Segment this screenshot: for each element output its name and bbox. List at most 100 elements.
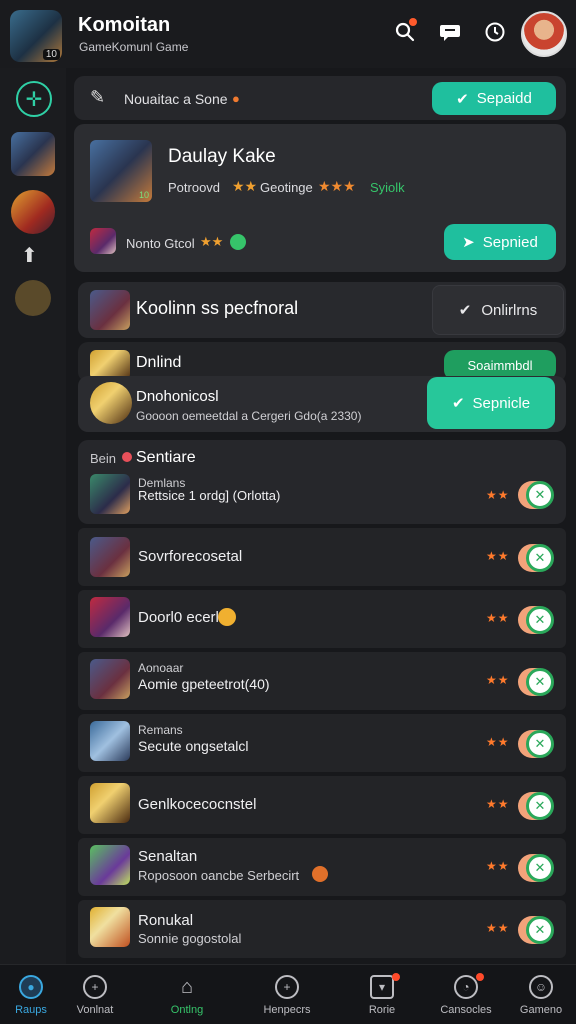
overlay-button-label: Sepnicle: [472, 394, 531, 412]
section2-right-button-label: Onlirlrns: [481, 301, 538, 319]
bottom-nav: ● Raups + Vonlnat ⌂ Ontlng + Henpecrs ▾ …: [0, 964, 576, 1024]
featured-line: Potroovd: [168, 180, 221, 195]
close-icon: ✕: [526, 854, 554, 882]
list-item-stars: ★★: [486, 797, 510, 811]
notification-dot: [392, 973, 400, 981]
clock-icon: [485, 22, 505, 42]
sidebar-add-button[interactable]: ✛: [16, 81, 52, 117]
app-header: 10 Komoitan GameKomunl Game: [0, 0, 576, 68]
plus-icon: ✛: [25, 88, 43, 111]
overlay-card: Dnohonicosl Goooon oemeetdal a Cergeri G…: [78, 376, 566, 432]
list-item[interactable]: Doorl0 ecerl ★★ ✕: [78, 590, 566, 648]
featured-button-label: Sepnied: [482, 233, 538, 251]
close-icon: ✕: [526, 668, 554, 696]
list-item-name: Sovrforecosetal: [138, 548, 243, 565]
list-item-toggle[interactable]: ✕: [518, 730, 554, 758]
featured-sub-stars: ★★: [200, 234, 224, 249]
list-item-thumbnail: [90, 659, 130, 699]
nav-label: Ontlng: [170, 1004, 204, 1016]
featured-title: Daulay Kake: [168, 146, 276, 167]
messages-button[interactable]: [436, 18, 464, 46]
list-item-name: Rettsice 1 ordg] (Orlotta): [138, 488, 281, 503]
featured-sub-label: Nonto Gtcol: [126, 236, 195, 251]
list-item-stars: ★★: [486, 921, 510, 935]
section2-thumbnail[interactable]: [90, 290, 130, 330]
list-item[interactable]: Ronukal Sonnie gogostolal ★★ ✕: [78, 900, 566, 958]
featured-button[interactable]: ➤ Sepnied: [444, 224, 556, 260]
list-item-toggle[interactable]: ✕: [518, 792, 554, 820]
featured-line-mid: Geotinge: [260, 180, 313, 195]
app-title: Komoitan: [78, 14, 171, 36]
list-item-toggle[interactable]: ✕: [518, 916, 554, 944]
list-item[interactable]: Genlkocecocnstel ★★ ✕: [78, 776, 566, 834]
featured-line-green: Syiolk: [370, 180, 405, 195]
nav-ontlng[interactable]: ⌂ Ontlng: [146, 965, 228, 1024]
close-icon: ✕: [526, 730, 554, 758]
list-item-toggle[interactable]: ✕: [518, 481, 554, 509]
list-item-thumbnail: [90, 845, 130, 885]
list-item-sub: Roposoon oancbe Serbecirt: [138, 868, 300, 883]
section2-row-label: Dnlind: [136, 354, 182, 371]
featured-sub-emoji: [230, 234, 246, 250]
list-item-thumbnail: [90, 537, 130, 577]
pin-icon: [122, 452, 132, 462]
user-avatar[interactable]: [521, 11, 567, 57]
list-item[interactable]: Senaltan Roposoon oancbe Serbecirt ★★ ✕: [78, 838, 566, 896]
featured-thumb-badge: 10: [138, 190, 149, 200]
section2-title: Koolinn ss pecfnoral: [136, 298, 299, 318]
list-item-stars: ★★: [486, 735, 510, 749]
house-icon: ⌂: [180, 975, 194, 998]
nav-rorie[interactable]: ▾ Rorie: [341, 965, 423, 1024]
list-item-name: Ronukal: [138, 912, 194, 929]
nav-vonlnat[interactable]: + Vonlnat: [54, 965, 136, 1024]
nav-gameno[interactable]: ☺ Gameno: [500, 965, 576, 1024]
list-item-toggle[interactable]: ✕: [518, 606, 554, 634]
sidebar: ✛ ⬆: [0, 68, 66, 964]
nav-cansocles[interactable]: ◔ Cansocles: [425, 965, 507, 1024]
arrow-up-icon[interactable]: ⬆: [21, 243, 38, 268]
history-button[interactable]: [481, 18, 509, 46]
box-icon: ▾: [370, 975, 394, 999]
close-icon: ✕: [526, 606, 554, 634]
nav-label: Henpecrs: [263, 1004, 311, 1016]
list-item-stars: ★★: [486, 611, 510, 625]
sidebar-game-1[interactable]: [11, 132, 55, 176]
list-item-name: Aomie gpeteetrot(40): [138, 676, 270, 692]
nav-henpecrs[interactable]: + Henpecrs: [246, 965, 328, 1024]
list-item-stars: ★★: [486, 488, 510, 502]
overlay-title: Dnohonicosl: [136, 388, 219, 405]
sidebar-game-2[interactable]: [11, 190, 55, 234]
list-item[interactable]: Remans Secute ongsetalcl ★★ ✕: [78, 714, 566, 772]
top-bar-button[interactable]: ✔ Sepaidd: [432, 82, 556, 115]
list-item-small: Remans: [138, 723, 183, 737]
featured-sub-thumbnail: [90, 228, 116, 254]
top-bar-card: ✎ Nouaitac a Sone ● ✔ Sepaidd: [74, 76, 566, 120]
sidebar-friend-avatar[interactable]: [15, 280, 51, 316]
list-item[interactable]: Demlans Rettsice 1 ordg] (Orlotta) ★★ ✕: [78, 466, 566, 524]
list-item-thumbnail: [90, 721, 130, 761]
emoji-icon: [218, 608, 236, 626]
close-icon: ✕: [526, 544, 554, 572]
search-button[interactable]: [391, 18, 419, 46]
overlay-subtitle: Goooon oemeetdal a Cergeri Gdo(a 2330): [136, 409, 362, 423]
list-item[interactable]: Aonoaar Aomie gpeteetrot(40) ★★ ✕: [78, 652, 566, 710]
list-item-stars: ★★: [486, 859, 510, 873]
nav-label: Vonlnat: [76, 1004, 114, 1016]
check-icon: ✔: [458, 302, 472, 319]
add-icon: +: [275, 975, 299, 999]
list-item-toggle[interactable]: ✕: [518, 854, 554, 882]
list-item-toggle[interactable]: ✕: [518, 544, 554, 572]
app-icon[interactable]: 10: [10, 10, 62, 62]
nav-label: Rorie: [368, 1004, 396, 1016]
compass-icon: ◔: [454, 975, 478, 999]
section2-right-button[interactable]: ✔ Onlirlrns: [432, 285, 564, 335]
overlay-thumbnail: [90, 382, 132, 424]
featured-stars-1: ★★: [232, 178, 258, 194]
list-item[interactable]: Sovrforecosetal ★★ ✕: [78, 528, 566, 586]
top-bar-button-label: Sepaidd: [476, 90, 532, 107]
overlay-button[interactable]: ✔ Sepnicle: [427, 377, 555, 429]
close-icon: ✕: [526, 481, 554, 509]
fire-icon: [312, 866, 328, 882]
list-item-toggle[interactable]: ✕: [518, 668, 554, 696]
featured-game-thumbnail[interactable]: 10: [90, 140, 152, 202]
